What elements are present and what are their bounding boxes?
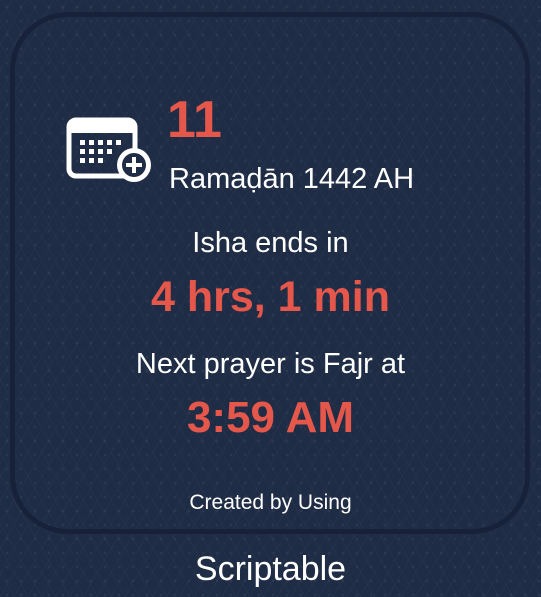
hijri-month-year: Ramaḍān 1442 AH [169, 163, 415, 195]
credit-text: Created by Using [189, 491, 352, 514]
next-prayer-time: 3:59 AM [186, 393, 355, 442]
app-name-label[interactable]: Scriptable [0, 552, 541, 586]
time-remaining: 4 hrs, 1 min [151, 273, 390, 321]
current-prayer-label: Isha ends in [192, 227, 349, 259]
hijri-day: 11 [167, 91, 222, 149]
next-prayer-label: Next prayer is Fajr at [135, 348, 406, 380]
calendar-add-icon [66, 117, 151, 182]
